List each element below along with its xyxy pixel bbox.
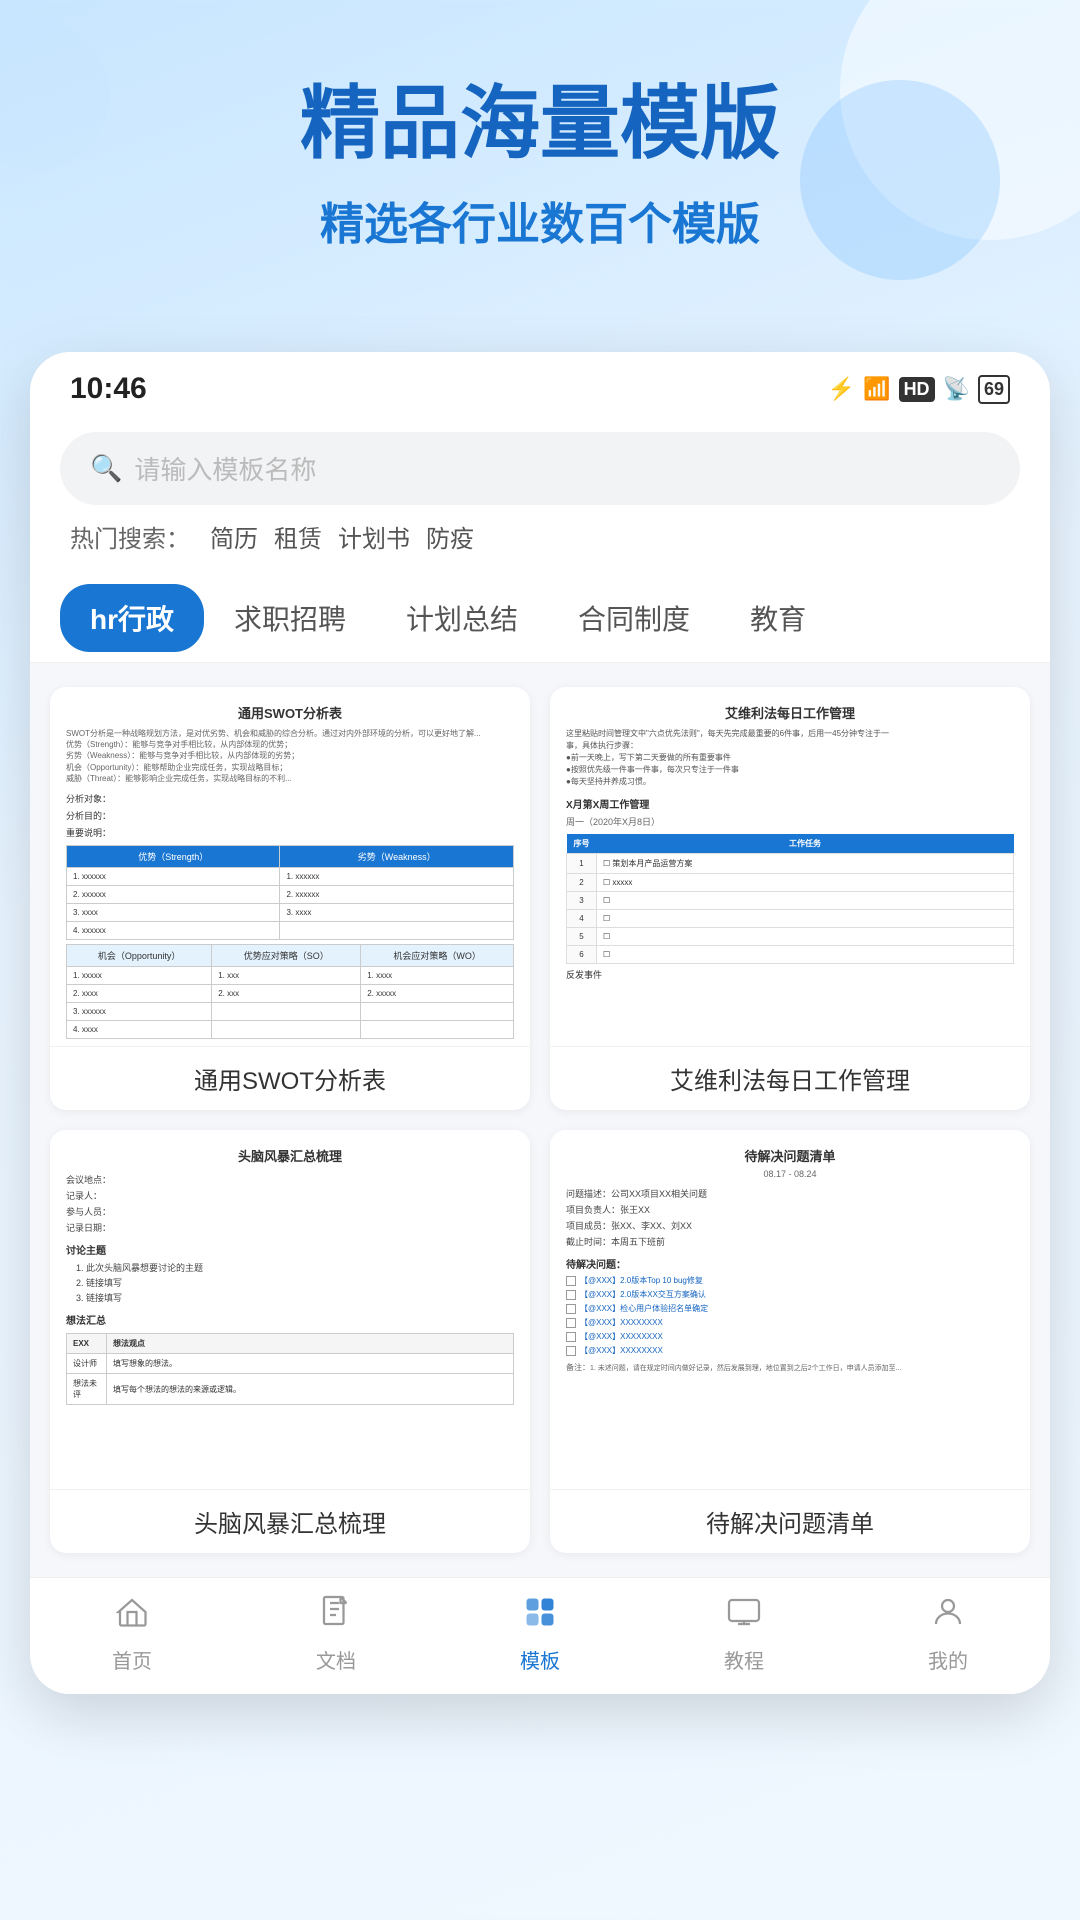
wifi-icon: 📶	[863, 376, 890, 402]
search-icon: 🔍	[90, 453, 122, 484]
tab-hr[interactable]: hr行政	[60, 584, 204, 652]
nav-label-home: 首页	[112, 1645, 152, 1674]
hot-search-row: 热门搜索： 简历 租赁 计划书 防疫	[60, 505, 1020, 554]
nav-label-template: 模板	[520, 1645, 560, 1674]
template-name-todo: 待解决问题清单	[550, 1490, 1030, 1553]
template-icon	[522, 1594, 558, 1639]
header-section: 精品海量模版 精选各行业数百个模版	[0, 0, 1080, 312]
template-preview-swot: 通用SWOT分析表 SWOT分析是一种战略规划方法，是对优劣势、机会和威胁的综合…	[50, 687, 530, 1047]
nav-label-mine: 我的	[928, 1645, 968, 1674]
bluetooth-icon: ⚡	[828, 376, 855, 402]
status-icons: ⚡ 📶 HD 📡 69	[828, 375, 1010, 404]
template-grid: 通用SWOT分析表 SWOT分析是一种战略规划方法，是对优劣势、机会和威胁的综合…	[30, 663, 1050, 1577]
hot-tag-rent[interactable]: 租赁	[274, 519, 322, 554]
tab-contract[interactable]: 合同制度	[548, 574, 720, 662]
template-card-aiweili[interactable]: 艾维利法每日工作管理 这里粘贴时间管理文中"六点优先法则"，每天先完成最重要的6…	[550, 687, 1030, 1110]
status-time: 10:46	[70, 372, 147, 406]
hot-tag-resume[interactable]: 简历	[210, 519, 258, 554]
battery-icon: 69	[978, 375, 1010, 404]
bottom-nav: 首页 文档 模板	[30, 1577, 1050, 1694]
signal-icon: 📡	[943, 376, 970, 402]
template-card-swot[interactable]: 通用SWOT分析表 SWOT分析是一种战略规划方法，是对优劣势、机会和威胁的综合…	[50, 687, 530, 1110]
hot-tags: 简历 租赁 计划书 防疫	[210, 519, 474, 554]
hot-tag-plan[interactable]: 计划书	[338, 519, 410, 554]
nav-item-template[interactable]: 模板	[438, 1594, 642, 1674]
main-title: 精品海量模版	[60, 80, 1020, 168]
doc-icon	[318, 1594, 354, 1639]
status-bar: 10:46 ⚡ 📶 HD 📡 69	[30, 352, 1050, 416]
tab-plan[interactable]: 计划总结	[376, 574, 548, 662]
search-bar[interactable]: 🔍 请输入模板名称	[60, 432, 1020, 505]
mine-icon	[930, 1594, 966, 1639]
search-input-placeholder[interactable]: 请输入模板名称	[134, 450, 316, 487]
template-card-todo[interactable]: 待解决问题清单 08.17 - 08.24 问题描述：公司XX项目XX相关问题 …	[550, 1130, 1030, 1553]
nav-item-doc[interactable]: 文档	[234, 1594, 438, 1674]
tab-education[interactable]: 教育	[720, 574, 836, 662]
template-card-brainstorm[interactable]: 头脑风暴汇总梳理 会议地点： 记录人： 参与人员： 记录日期： 讨论主题 1. …	[50, 1130, 530, 1553]
nav-item-mine[interactable]: 我的	[846, 1594, 1050, 1674]
sub-title: 精选各行业数百个模版	[60, 188, 1020, 252]
phone-frame: 10:46 ⚡ 📶 HD 📡 69 🔍 请输入模板名称 热门搜索： 简历 租赁 …	[30, 352, 1050, 1694]
hot-tag-epidemic[interactable]: 防疫	[426, 519, 474, 554]
template-name-swot: 通用SWOT分析表	[50, 1047, 530, 1110]
hot-search-label: 热门搜索：	[70, 519, 190, 554]
template-preview-todo: 待解决问题清单 08.17 - 08.24 问题描述：公司XX项目XX相关问题 …	[550, 1130, 1030, 1490]
category-tabs: hr行政 求职招聘 计划总结 合同制度 教育	[30, 574, 1050, 663]
nav-label-doc: 文档	[316, 1645, 356, 1674]
template-preview-brainstorm: 头脑风暴汇总梳理 会议地点： 记录人： 参与人员： 记录日期： 讨论主题 1. …	[50, 1130, 530, 1490]
nav-label-tutorial: 教程	[724, 1645, 764, 1674]
template-name-aiweili: 艾维利法每日工作管理	[550, 1047, 1030, 1110]
nav-item-tutorial[interactable]: 教程	[642, 1594, 846, 1674]
hd-icon: HD	[899, 377, 935, 402]
template-preview-aiweili: 艾维利法每日工作管理 这里粘贴时间管理文中"六点优先法则"，每天先完成最重要的6…	[550, 687, 1030, 1047]
search-area: 🔍 请输入模板名称 热门搜索： 简历 租赁 计划书 防疫	[30, 416, 1050, 574]
tutorial-icon	[726, 1594, 762, 1639]
home-icon	[114, 1594, 150, 1639]
nav-item-home[interactable]: 首页	[30, 1594, 234, 1674]
tab-job[interactable]: 求职招聘	[204, 574, 376, 662]
template-name-brainstorm: 头脑风暴汇总梳理	[50, 1490, 530, 1553]
